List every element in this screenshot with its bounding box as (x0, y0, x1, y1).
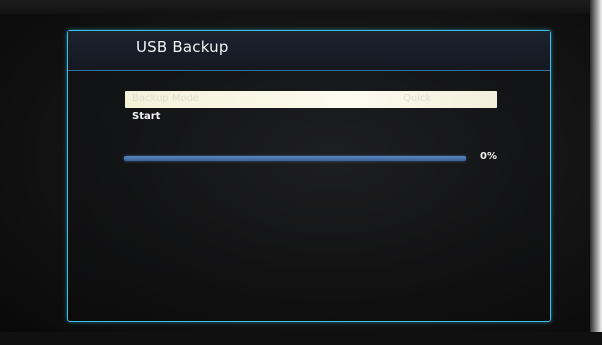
tv-bezel-right (590, 0, 602, 345)
dialog-titlebar: USB Backup (68, 31, 550, 71)
backup-progress-percent: 0% (480, 151, 497, 162)
tv-screen: USB Backup Backup Mode Quick Start 0% (0, 0, 602, 345)
tv-bezel-top (0, 0, 602, 14)
menu-item-backup-mode-value: Quick (403, 93, 432, 104)
menu-item-backup-mode[interactable]: Backup Mode Quick (125, 91, 497, 108)
dialog-title: USB Backup (136, 38, 229, 56)
backup-progress-bar (124, 156, 466, 161)
usb-backup-dialog: USB Backup Backup Mode Quick Start 0% (67, 30, 551, 322)
menu-item-start[interactable]: Start (132, 111, 160, 122)
menu-item-backup-mode-label: Backup Mode (132, 93, 200, 104)
tv-bezel-bottom (0, 332, 602, 345)
